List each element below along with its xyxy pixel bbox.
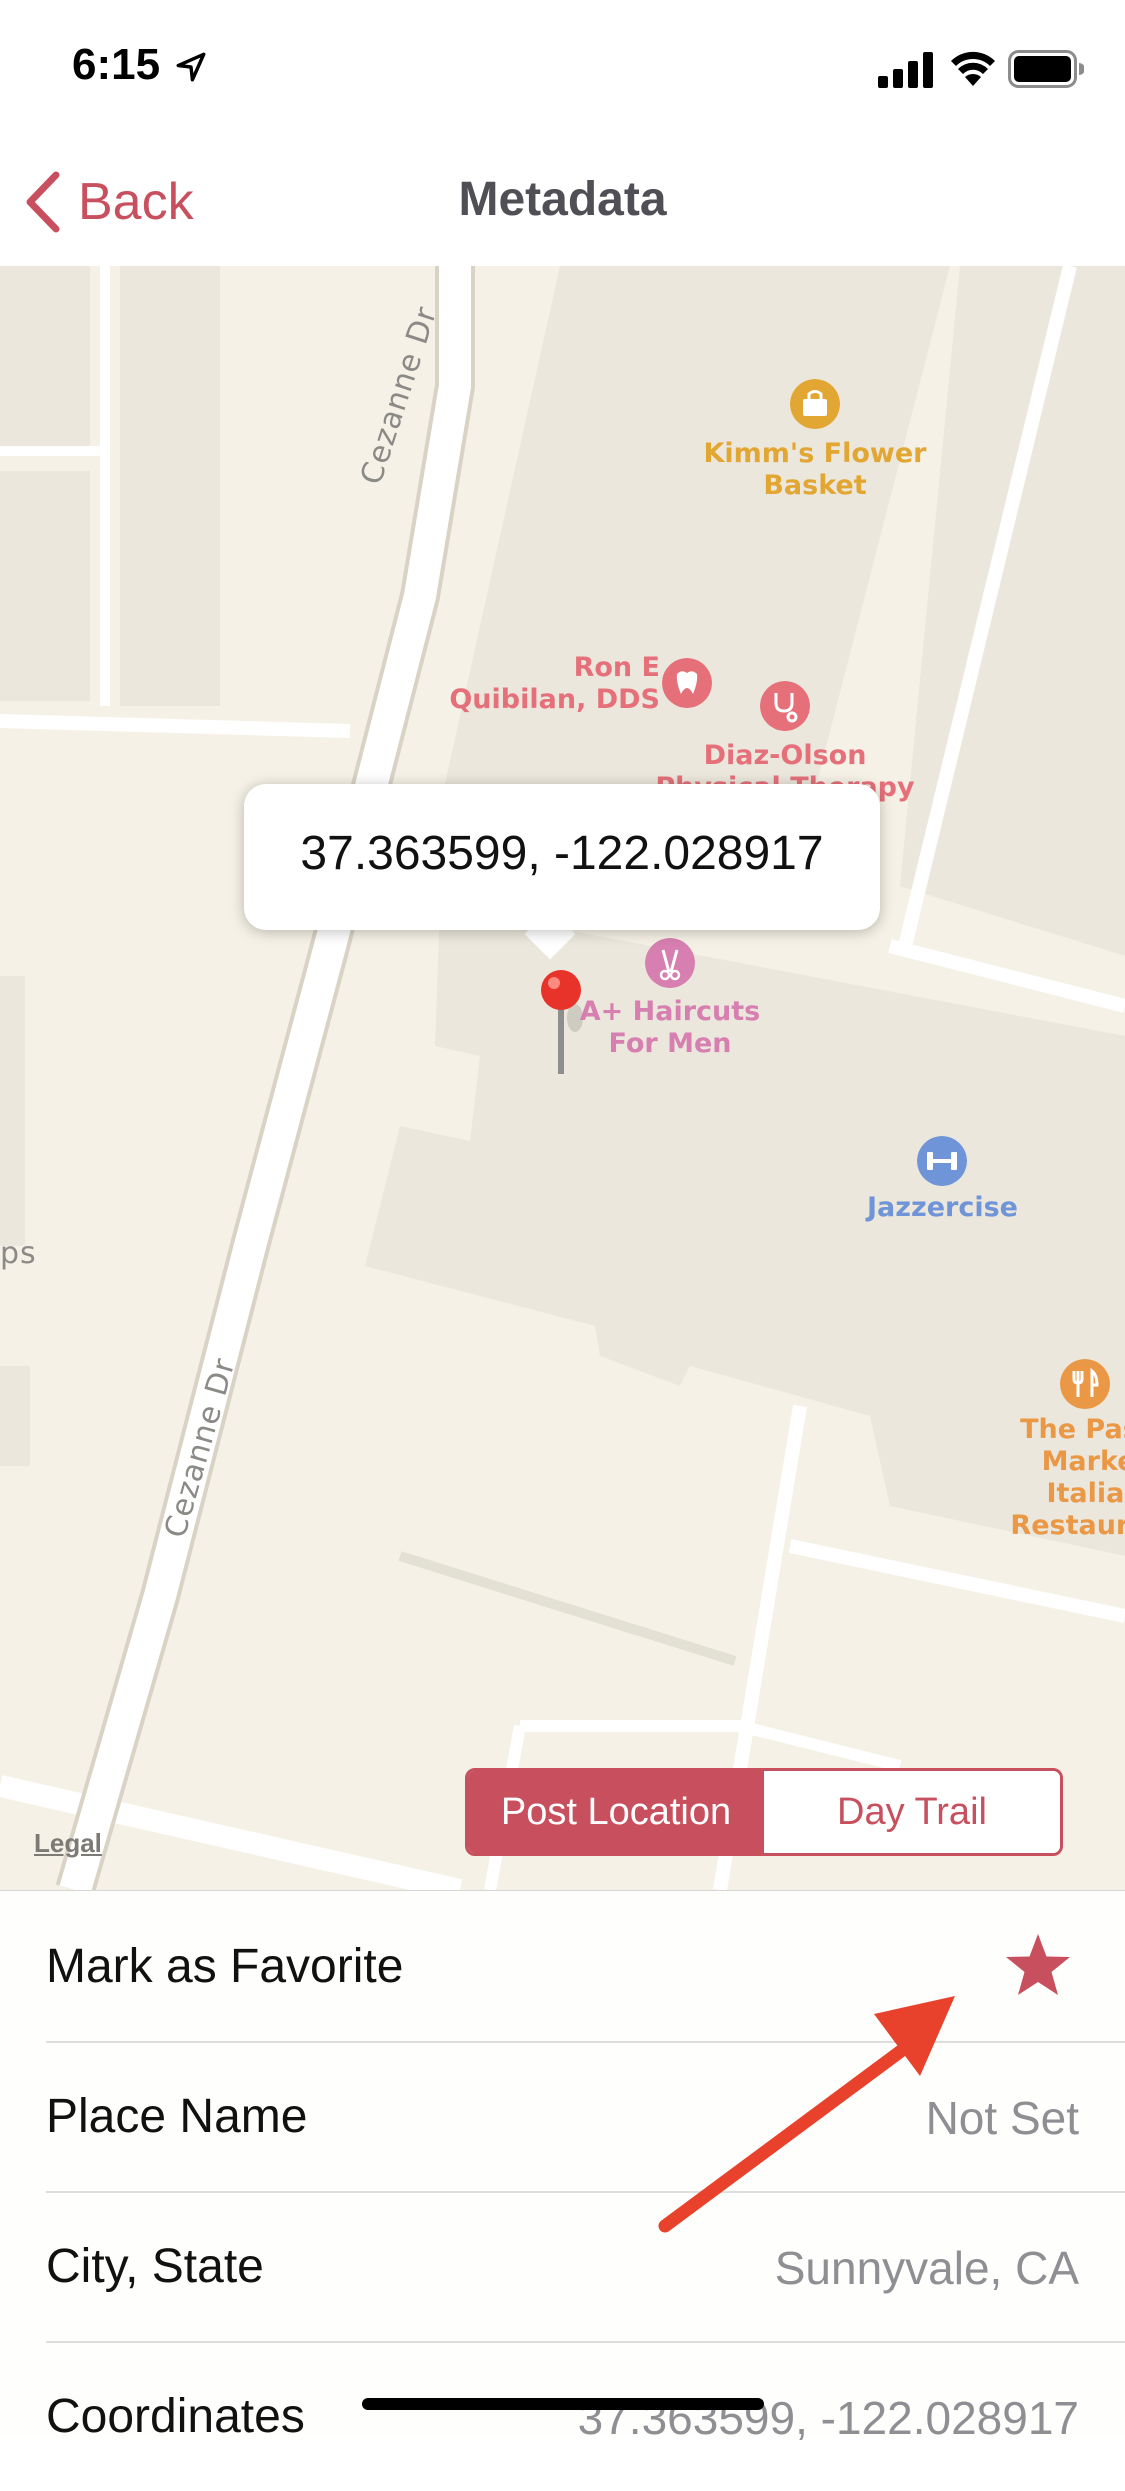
dumbbell-icon	[917, 1136, 967, 1186]
legal-link[interactable]: Legal	[34, 1828, 102, 1859]
navigation-bar: Back Metadata	[0, 140, 1125, 266]
poi-label[interactable]: Ron E Quibilan, DDS	[440, 652, 660, 716]
scissors-icon	[645, 938, 695, 988]
row-value: Not Set	[925, 2092, 1079, 2144]
poi-label[interactable]: The Pasta Market Italian Restaurant	[1005, 1414, 1125, 1542]
row-value: Sunnyvale, CA	[774, 2242, 1079, 2294]
map-view[interactable]: Cezanne Dr Cezanne Dr ps Kimm's Flower B…	[0, 266, 1125, 1890]
segment-post-location[interactable]: Post Location	[468, 1771, 764, 1853]
metadata-table: Mark as Favorite Place Name Not Set City…	[0, 1890, 1125, 2444]
star-icon[interactable]	[1003, 1931, 1073, 2001]
coordinate-callout[interactable]: 37.363599, -122.028917	[244, 784, 880, 930]
page-title: Metadata	[458, 173, 667, 226]
place-name-row[interactable]: Place Name Not Set	[46, 2041, 1125, 2193]
map-base-layer	[0, 266, 1125, 1890]
location-arrow-icon	[176, 52, 206, 82]
cellular-signal-icon	[878, 52, 933, 88]
status-time: 6:15	[72, 40, 161, 89]
wifi-icon	[951, 51, 995, 86]
stethoscope-icon	[760, 681, 810, 731]
callout-coordinates: 37.363599, -122.028917	[300, 827, 824, 880]
partial-map-label: ps	[0, 1236, 37, 1271]
poi-label[interactable]: A+ Haircuts For Men	[565, 996, 775, 1060]
fork-knife-icon	[1060, 1359, 1110, 1409]
row-label: Place Name	[46, 2090, 308, 2143]
favorite-row[interactable]: Mark as Favorite	[46, 1891, 1125, 2043]
home-indicator	[362, 2398, 764, 2410]
shopping-bag-icon	[790, 379, 840, 429]
battery-icon	[1008, 50, 1084, 88]
poi-label[interactable]: Kimm's Flower Basket	[690, 438, 940, 502]
coordinates-row[interactable]: Coordinates 37.363599, -122.028917	[46, 2341, 1125, 2491]
row-label: City, State	[46, 2240, 264, 2293]
poi-label[interactable]: Jazzercise	[840, 1192, 1045, 1224]
row-label: Mark as Favorite	[46, 1940, 404, 1993]
city-state-row[interactable]: City, State Sunnyvale, CA	[46, 2191, 1125, 2343]
tooth-icon	[662, 658, 712, 708]
location-segmented-control[interactable]: Post Location Day Trail	[465, 1768, 1063, 1856]
segment-day-trail[interactable]: Day Trail	[764, 1771, 1060, 1853]
status-bar: 6:15	[0, 0, 1125, 140]
